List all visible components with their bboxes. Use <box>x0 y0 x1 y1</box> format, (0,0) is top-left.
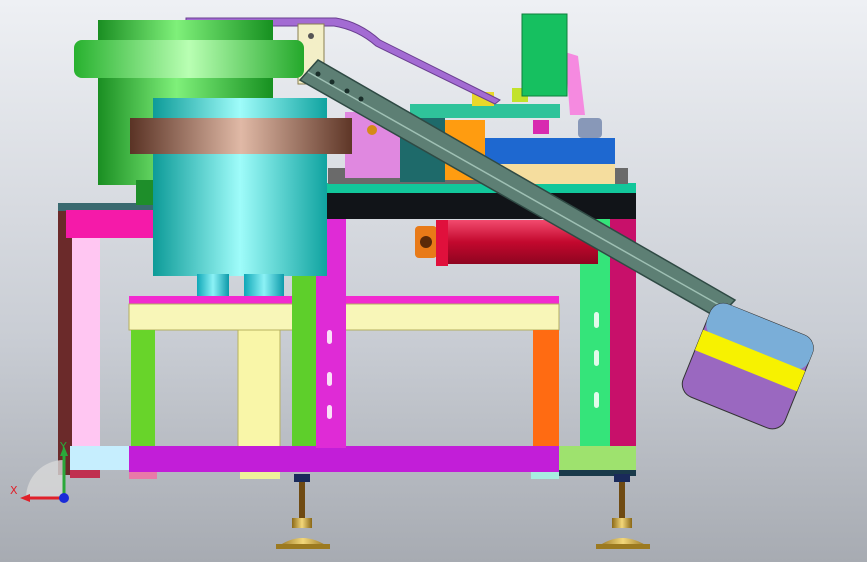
feeder-base-cylinder[interactable] <box>130 98 352 296</box>
x-axis-label: X <box>10 484 18 497</box>
blue-die-block[interactable] <box>485 138 615 164</box>
stand-foot-a[interactable] <box>129 472 157 479</box>
y-axis-label: Y <box>60 440 67 453</box>
motor-shaft-icon <box>420 236 432 248</box>
feed-rail[interactable] <box>410 104 560 118</box>
left-rear-leg[interactable] <box>58 203 72 475</box>
control-cabinet[interactable] <box>521 13 568 97</box>
main-bottom-rail[interactable] <box>559 446 636 470</box>
work-table[interactable] <box>318 183 636 219</box>
stand-leg-orange[interactable] <box>533 330 559 448</box>
cylinder-post-left[interactable] <box>197 274 229 296</box>
cylinder-post-right[interactable] <box>244 274 284 296</box>
stand-leg-center[interactable] <box>237 329 281 449</box>
bracket-bolt-icon <box>367 125 377 135</box>
stand-leg-left[interactable] <box>131 330 155 448</box>
left-front-leg[interactable] <box>72 236 100 472</box>
bowl-rim[interactable] <box>74 40 304 78</box>
output-bin[interactable] <box>678 299 817 433</box>
bronze-ring[interactable] <box>130 118 352 154</box>
machine-3d-model[interactable] <box>0 0 867 562</box>
pin-holder[interactable] <box>533 120 549 134</box>
leveling-feet[interactable] <box>276 474 650 549</box>
stand-bottom-rail[interactable] <box>129 446 559 472</box>
control-box[interactable] <box>521 13 585 115</box>
cad-viewport[interactable]: X Y <box>0 0 867 562</box>
support-bolt-icon <box>308 33 314 39</box>
table-top-plate[interactable] <box>318 183 636 193</box>
motor-flange[interactable] <box>436 220 448 266</box>
spool-left[interactable] <box>578 118 602 138</box>
control-mount[interactable] <box>565 52 585 115</box>
z-axis-icon <box>59 493 69 503</box>
stand-foot-b[interactable] <box>240 472 280 479</box>
foot-left[interactable] <box>276 474 330 549</box>
axis-triad: X Y <box>10 440 84 510</box>
left-magenta-rail[interactable] <box>66 210 158 238</box>
stand-foot-c[interactable] <box>531 472 559 479</box>
foot-right[interactable] <box>596 474 650 549</box>
